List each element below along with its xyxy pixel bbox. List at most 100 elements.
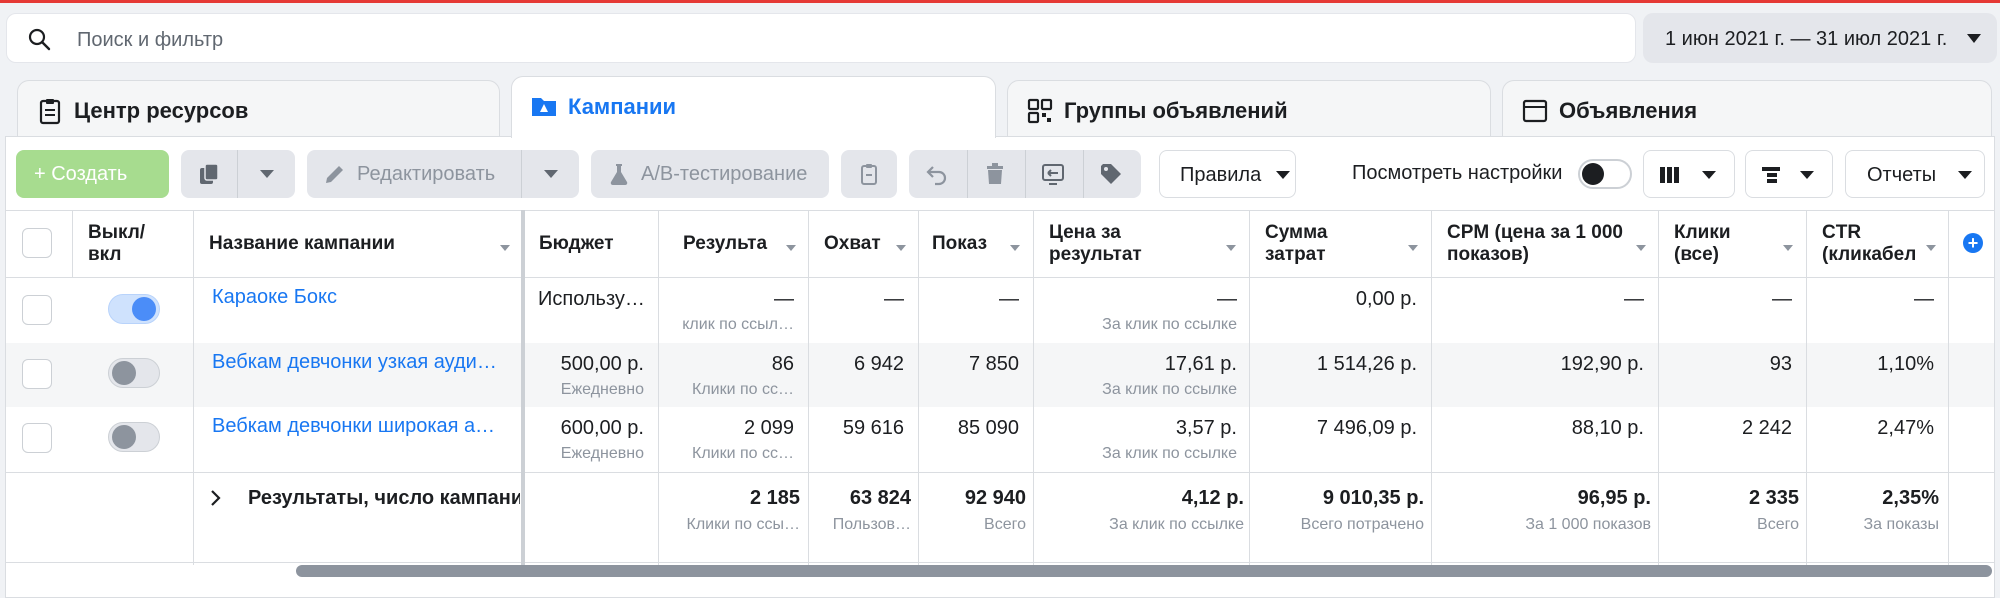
search-input[interactable]: Поиск и фильтр <box>77 29 223 52</box>
chevron-right-icon[interactable] <box>209 488 223 508</box>
view-settings-toggle[interactable] <box>1578 159 1632 189</box>
sort-icon[interactable] <box>1226 245 1236 251</box>
cost-sub: За клик по ссылке <box>1102 381 1237 398</box>
rules-dropdown[interactable]: Правила <box>1159 150 1296 198</box>
ab-test-button[interactable]: A/B-тестирование <box>591 150 829 198</box>
clicks-value: 2 242 <box>1741 417 1792 439</box>
tab-ads[interactable]: Объявления <box>1502 80 1992 136</box>
totals-reach-sub: Пользов… <box>832 516 911 533</box>
folder-icon <box>532 98 556 116</box>
campaign-toggle[interactable] <box>108 422 160 452</box>
totals-spent-sub: Всего потрачено <box>1300 516 1424 533</box>
totals-label: Результаты, число кампани <box>248 487 520 509</box>
date-range-text: 1 июн 2021 г. — 31 июл 2021 г. <box>1665 28 1948 50</box>
clicks-value: — <box>1772 288 1792 310</box>
column-header-onoff[interactable]: Выкл/ вкл <box>88 222 158 266</box>
clicks-value: 93 <box>1769 353 1792 375</box>
breakdown-dropdown[interactable] <box>1745 150 1833 198</box>
totals-clicks-sub: Всего <box>1757 516 1799 533</box>
column-header-ctr[interactable]: CTR (кликабел <box>1822 222 1932 266</box>
sort-icon[interactable] <box>1408 245 1418 251</box>
campaign-name-link[interactable]: Вебкам девчонки широкая ау… <box>212 415 502 438</box>
impressions-value: 7 850 <box>968 353 1019 375</box>
sort-icon[interactable] <box>1926 245 1936 251</box>
divider <box>967 150 968 198</box>
divider <box>1025 150 1026 198</box>
grid-icon <box>1027 98 1053 124</box>
totals-ctr: 2,35% <box>1882 487 1939 509</box>
budget-sub: Ежедневно <box>560 445 644 462</box>
clipboard-button[interactable] <box>841 150 897 198</box>
search-icon <box>28 28 51 51</box>
column-header-cost-per-result[interactable]: Цена за результат <box>1049 222 1169 266</box>
column-header-clicks[interactable]: Клики (все) <box>1674 222 1754 266</box>
window-icon <box>1522 99 1548 123</box>
sort-icon[interactable] <box>1010 245 1020 251</box>
reports-dropdown[interactable]: Отчеты <box>1845 150 1985 198</box>
totals-cost: 4,12 р. <box>1181 487 1244 509</box>
row-checkbox[interactable] <box>22 423 52 453</box>
campaign-toggle[interactable] <box>108 358 160 388</box>
sort-icon[interactable] <box>1783 245 1793 251</box>
create-button[interactable]: + Создать <box>16 150 169 198</box>
spent-value: 1 514,26 р. <box>1316 353 1417 375</box>
column-header-budget[interactable]: Бюджет <box>539 233 614 255</box>
campaign-name-link[interactable]: Вебкам девчонки узкая аудит… <box>212 351 502 374</box>
sort-icon[interactable] <box>1636 245 1646 251</box>
chevron-down-icon[interactable] <box>544 170 558 178</box>
trash-icon <box>987 163 1003 184</box>
row-checkbox[interactable] <box>22 359 52 389</box>
chevron-down-icon[interactable] <box>260 170 274 178</box>
column-header-reach[interactable]: Охват <box>824 233 881 255</box>
tab-campaigns[interactable]: Кампании <box>511 76 996 138</box>
tab-ad-sets[interactable]: Группы объявлений <box>1007 80 1491 136</box>
divider <box>521 150 522 198</box>
tab-resource-center[interactable]: Центр ресурсов <box>17 80 500 136</box>
cpm-value: 88,10 р. <box>1571 417 1644 439</box>
row-checkbox[interactable] <box>22 295 52 325</box>
totals-cpm-sub: За 1 000 показов <box>1525 516 1651 533</box>
column-header-results[interactable]: Результа <box>683 233 773 255</box>
sort-icon[interactable] <box>500 245 510 251</box>
totals-impressions: 92 940 <box>964 487 1026 509</box>
spent-value: 7 496,09 р. <box>1316 417 1417 439</box>
column-header-amount-spent[interactable]: Сумма затрат <box>1265 222 1375 266</box>
budget-value: 600,00 р. <box>560 417 644 439</box>
sort-icon[interactable] <box>786 245 796 251</box>
column-header-impressions[interactable]: Показ <box>932 233 1006 255</box>
results-value: 2 099 <box>743 417 794 439</box>
action-button-group[interactable] <box>909 150 1141 198</box>
results-sub: клик по ссыл… <box>682 316 794 333</box>
impressions-value: — <box>999 288 1019 310</box>
cost-sub: За клик по ссылке <box>1102 445 1237 462</box>
campaign-name-link[interactable]: Караоке Бокс <box>212 286 502 309</box>
cost-sub: За клик по ссылке <box>1102 316 1237 333</box>
view-settings-label: Посмотреть настройки <box>1352 162 1563 184</box>
spent-value: 0,00 р. <box>1355 288 1417 310</box>
ctr-value: 1,10% <box>1877 353 1934 375</box>
chevron-down-icon <box>1958 171 1972 179</box>
totals-ctr-sub: За показы <box>1863 516 1939 533</box>
results-value: 86 <box>771 353 794 375</box>
clipboard-icon <box>861 164 877 185</box>
undo-icon <box>926 166 947 186</box>
column-header-cpm[interactable]: CPM (цена за 1 000 показов) <box>1447 222 1637 266</box>
duplicate-button-group[interactable] <box>181 150 295 198</box>
sort-icon[interactable] <box>896 245 906 251</box>
horizontal-scrollbar[interactable] <box>296 565 1992 577</box>
pencil-icon <box>326 166 343 183</box>
add-column-icon[interactable]: + <box>1963 233 1983 253</box>
columns-dropdown[interactable] <box>1643 150 1735 198</box>
date-range-picker[interactable]: 1 июн 2021 г. — 31 июл 2021 г. <box>1643 13 1997 63</box>
campaign-toggle[interactable] <box>108 294 160 324</box>
rules-label: Правила <box>1180 164 1262 186</box>
results-sub: Клики по сс… <box>692 381 794 398</box>
totals-spent: 9 010,35 р. <box>1322 487 1424 509</box>
column-header-name[interactable]: Название кампании <box>209 233 395 255</box>
edit-button[interactable]: Редактировать <box>307 150 579 198</box>
ctr-value: — <box>1914 288 1934 310</box>
search-bar[interactable]: Поиск и фильтр <box>6 13 1636 63</box>
select-all-checkbox[interactable] <box>22 228 52 258</box>
chevron-down-icon <box>1276 171 1290 179</box>
campaigns-table: Выкл/ вкл Название кампании Бюджет Резул… <box>6 210 1994 565</box>
